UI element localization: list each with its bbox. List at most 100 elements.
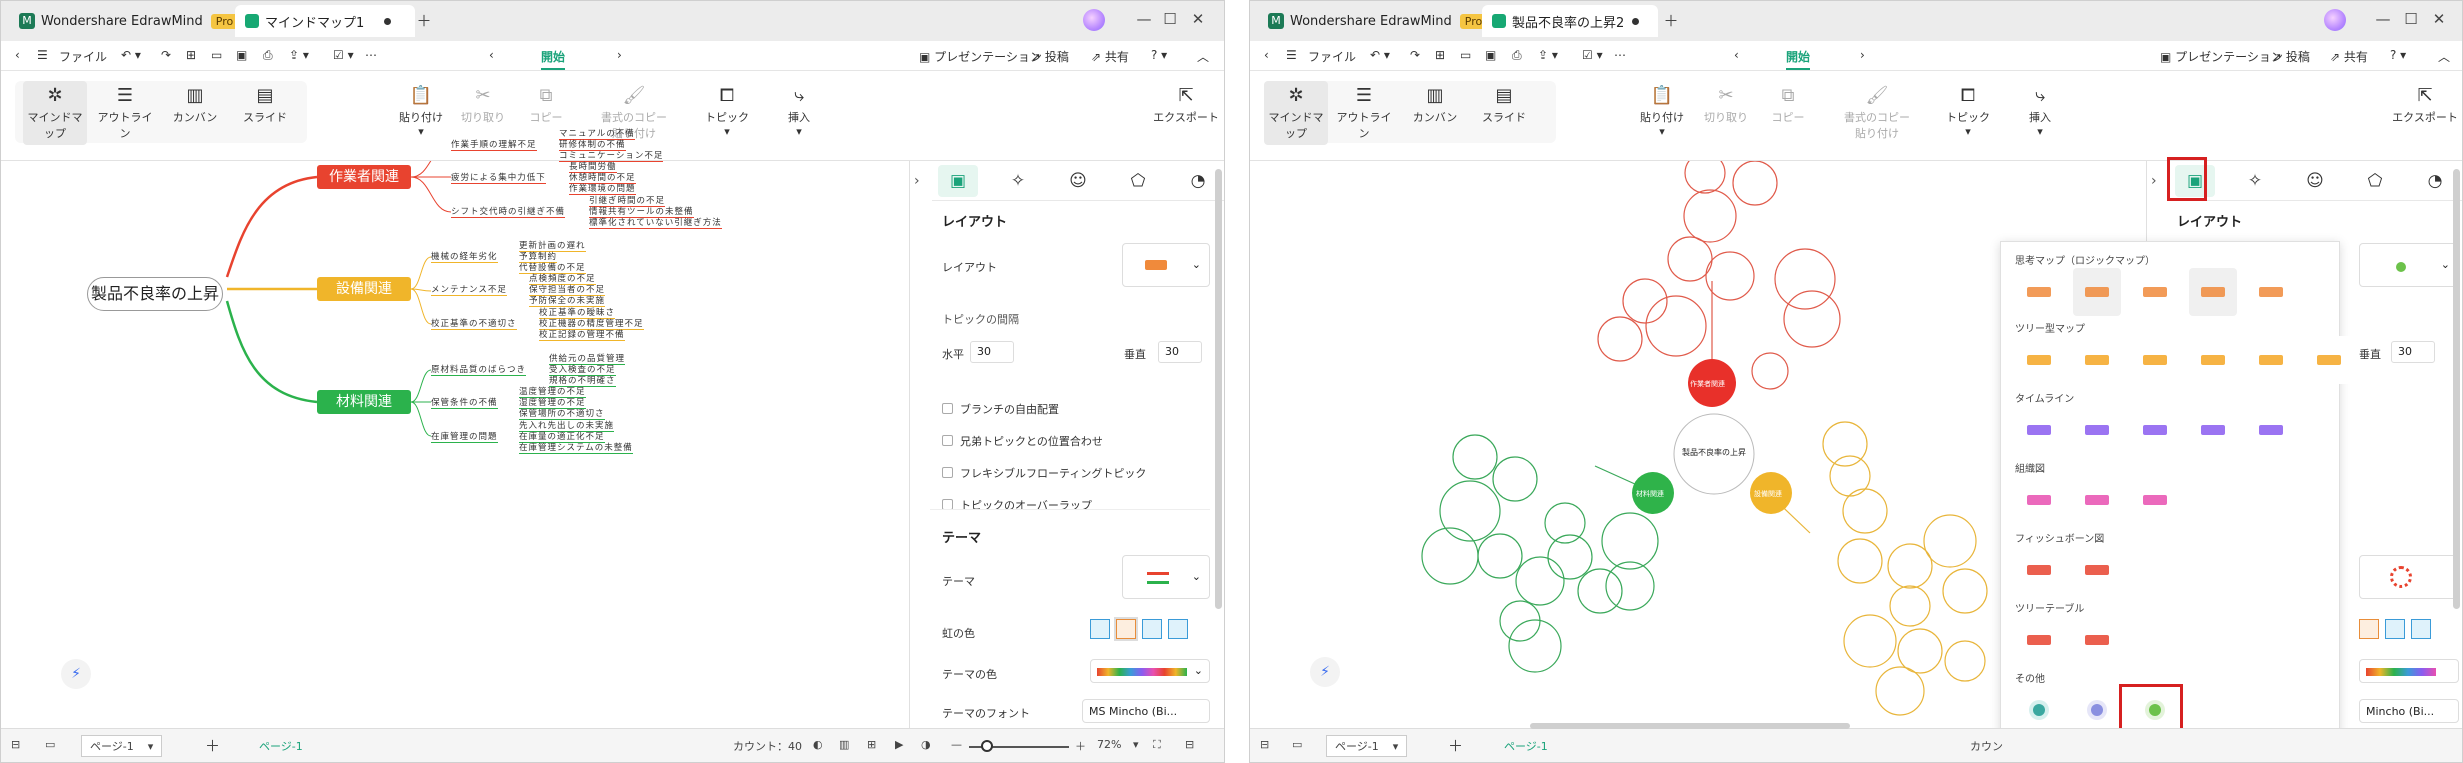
export-button[interactable]: ⇱ エクスポート [1151, 85, 1221, 125]
panel-scrollbar[interactable] [1215, 169, 1222, 609]
copy-button[interactable]: ⧉ コピー [516, 85, 576, 125]
sitemap-icon[interactable]: ⊟ [11, 738, 20, 751]
prev-tab-icon[interactable]: ‹ [1734, 48, 1739, 62]
presentation-menu[interactable]: ▣ プレゼンテーション [2160, 48, 2283, 65]
rainbow-option-2[interactable] [2359, 619, 2379, 639]
rainbow-option-3[interactable] [2385, 619, 2405, 639]
layout-option[interactable] [2131, 406, 2179, 454]
close-icon[interactable]: ✕ [1187, 10, 1209, 28]
hamburger-icon[interactable]: ☰ [1286, 48, 1297, 62]
zoom-level[interactable]: 72% [1097, 738, 1121, 751]
insert-button[interactable]: ⤷ 挿入 ▾ [2010, 85, 2070, 138]
clipart-tab-icon[interactable]: ⬠ [1118, 165, 1158, 197]
layout-option[interactable] [2131, 476, 2179, 524]
layout-option[interactable] [2015, 686, 2063, 734]
layout-option[interactable] [2131, 336, 2179, 384]
split-view-icon[interactable]: ▭ [1292, 738, 1302, 751]
history-tab-icon[interactable]: ◔ [2415, 165, 2455, 197]
sitemap-icon[interactable]: ⊟ [1260, 738, 1269, 751]
topic-button[interactable]: ⧠ トピック ▾ [697, 85, 757, 138]
leaf-topic[interactable]: 在庫管理システムの未整備 [519, 441, 633, 454]
document-tab[interactable]: マインドマップ1 [235, 5, 415, 37]
app-tab[interactable]: M Wondershare EdrawMind Pro [9, 5, 248, 37]
clipart-tab-icon[interactable]: ⬠ [2355, 165, 2395, 197]
save-icon[interactable]: ▣ [236, 48, 247, 62]
start-tab[interactable]: 開始 [1786, 48, 1811, 70]
avatar[interactable] [2324, 9, 2346, 31]
post-menu[interactable]: ➚ 投稿 [2272, 48, 2310, 65]
history-tab-icon[interactable]: ◔ [1178, 165, 1218, 197]
panel-toggle-icon[interactable]: ⊟ [1185, 738, 1194, 751]
fullscreen-icon[interactable]: ⛶ [1153, 738, 1161, 752]
panel-collapse-icon[interactable]: › [914, 173, 920, 189]
start-tab[interactable]: 開始 [541, 48, 566, 70]
rainbow-option-3[interactable] [1142, 619, 1162, 639]
new-tab-icon[interactable]: ＋ [1660, 10, 1682, 31]
layout-option[interactable] [2189, 268, 2237, 316]
minimize-icon[interactable]: — [1133, 10, 1155, 28]
layout-option[interactable] [2305, 336, 2353, 384]
layout-option[interactable] [2073, 406, 2121, 454]
theme-color-select[interactable] [2359, 659, 2459, 683]
export-small-icon[interactable]: ⇪ ▾ [1538, 48, 1558, 62]
layout-option[interactable] [2015, 616, 2063, 664]
redo-icon[interactable]: ↷ [1410, 48, 1420, 62]
option-checkbox[interactable] [942, 403, 953, 414]
close-icon[interactable]: ✕ [2428, 10, 2450, 28]
layout-option[interactable] [2015, 476, 2063, 524]
subtopic[interactable]: シフト交代時の引継ぎ不備 [451, 205, 566, 218]
more-icon[interactable]: ⋯ [365, 48, 377, 62]
layout-select[interactable]: ⌄ [2359, 243, 2459, 287]
topic-button[interactable]: ⧠ トピック ▾ [1938, 85, 1998, 138]
subtopic[interactable]: 保管条件の不備 [431, 396, 498, 409]
rainbow-option-1[interactable] [1090, 619, 1110, 639]
horizontal-spacing-input[interactable]: 30 [970, 341, 1014, 363]
subtopic[interactable]: 疲労による集中力低下 [451, 171, 546, 184]
layout-option[interactable] [2247, 336, 2295, 384]
layout-tab-icon[interactable]: ▣ [938, 165, 978, 197]
page-tab[interactable]: ページ-1 [1504, 738, 1548, 754]
vertical-spacing-input[interactable]: 30 [1158, 341, 1202, 363]
paste-button[interactable]: 📋 貼り付け ▾ [391, 85, 451, 138]
share-small-icon[interactable]: ☑ ▾ [1582, 48, 1603, 62]
theme-select[interactable] [2359, 555, 2459, 599]
leaf-topic[interactable]: 標準化されていない引継ぎ方法 [589, 216, 722, 229]
cut-button[interactable]: ✂ 切り取り [453, 85, 513, 125]
subtopic[interactable]: 機械の経年劣化 [431, 250, 498, 263]
panel-scrollbar[interactable] [2453, 169, 2460, 609]
new-tab-icon[interactable]: ＋ [413, 10, 435, 31]
help-icon[interactable]: ? ▾ [1151, 48, 1167, 62]
option-checkbox[interactable] [942, 435, 953, 446]
layout-option[interactable] [2015, 546, 2063, 594]
ai-style-tab-icon[interactable]: ✧ [998, 165, 1038, 197]
print-icon[interactable]: ⎙ [1512, 48, 1522, 63]
file-menu[interactable]: ファイル [59, 48, 107, 65]
next-tab-icon[interactable]: › [617, 48, 622, 62]
page-select[interactable]: ページ-1 ▾ [81, 735, 163, 757]
next-tab-icon[interactable]: › [1860, 48, 1865, 62]
export-button[interactable]: ⇱ エクスポート [2390, 85, 2460, 125]
option-checkbox[interactable] [942, 467, 953, 478]
insert-button[interactable]: ⤷ 挿入 ▾ [769, 85, 829, 138]
add-page-icon[interactable]: ＋ [205, 735, 220, 756]
split-view-icon[interactable]: ▭ [45, 738, 55, 751]
format-copy-button[interactable]: 🖌 書式のコピー 貼り付け [1844, 85, 1910, 141]
print-icon[interactable]: ⎙ [263, 48, 273, 63]
new-file-icon[interactable]: ⊞ [1435, 48, 1445, 62]
more-icon[interactable]: ⋯ [1614, 48, 1626, 62]
layout-option[interactable] [2015, 336, 2063, 384]
zoom-dropdown-icon[interactable]: ▾ [1133, 738, 1139, 751]
layout-option[interactable] [2073, 476, 2121, 524]
slide-mode-button[interactable]: ▤ スライド [235, 85, 295, 125]
subtopic[interactable]: メンテナンス不足 [431, 283, 507, 296]
branch-worker[interactable]: 作業者関連 [317, 165, 411, 189]
theme-font-select[interactable]: MS Mincho (Bi... [1082, 699, 1210, 723]
subtopic[interactable]: 作業手順の理解不足 [451, 138, 537, 151]
mindmap-canvas[interactable]: 製品不良率の上昇 作業者関連 設備関連 材料関連 作業手順の理解不足 マニュアルの… [1, 129, 926, 728]
subtopic[interactable]: 原材料品質のばらつき [431, 363, 527, 376]
layout-option[interactable] [2073, 546, 2121, 594]
collapse-ribbon-icon[interactable]: ︿ [1197, 48, 1209, 65]
subtopic[interactable]: 在庫管理の問題 [431, 430, 498, 443]
open-folder-icon[interactable]: ▭ [1460, 48, 1471, 62]
document-tab[interactable]: 製品不良率の上昇2 [1482, 5, 1658, 37]
